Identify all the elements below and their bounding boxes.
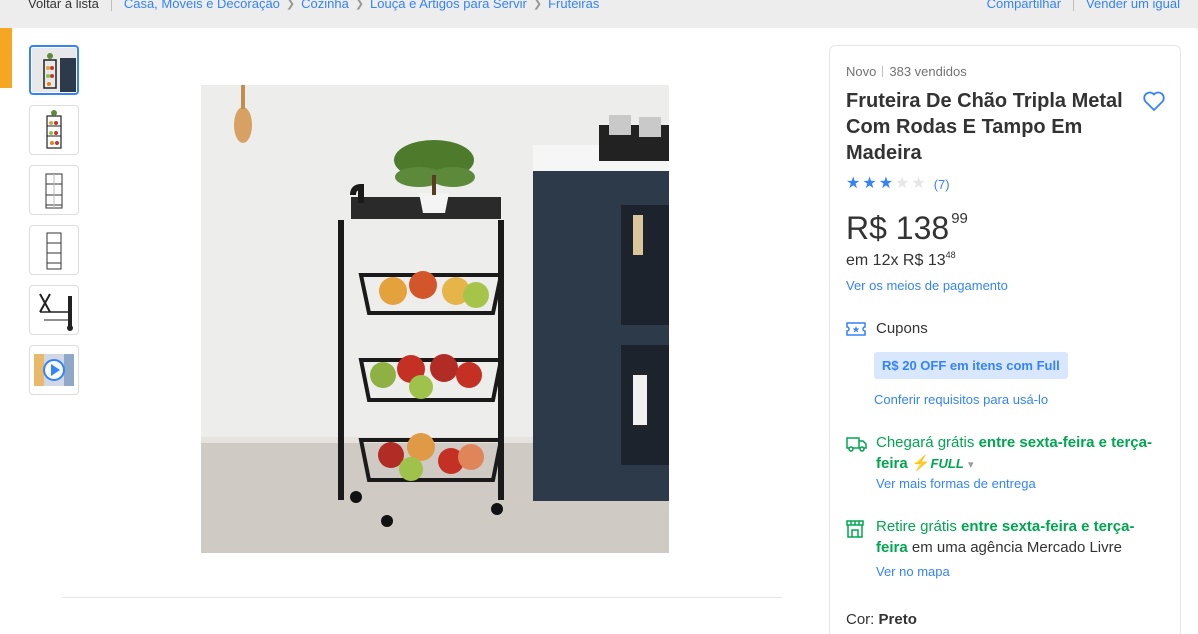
breadcrumb-item-casa[interactable]: Casa, Móveis e Decoração [124,0,280,11]
fruit-stand-photo [201,85,669,553]
chevron-right-icon: ❯ [354,0,365,10]
separator [1073,0,1075,11]
review-count[interactable]: (7) [934,177,950,192]
coupons-label: Cupons [876,320,928,337]
pickup-info: Retire grátis entre sexta-feira e terça-… [876,516,1166,558]
video-thumbnail-image [34,354,74,386]
price-cents: 99 [951,210,968,227]
color-label: Cor: [846,611,875,628]
installments-text: em 12x R$ 13 [846,252,946,269]
product-panel: Novo 383 vendidos Fruteira De Chão Tripla… [12,28,1198,634]
star-filled-icon: ★ [862,175,877,192]
breadcrumb-item-cozinha[interactable]: Cozinha [301,0,349,11]
thumbnail-image [45,173,63,209]
share-link[interactable]: Compartilhar [987,0,1061,11]
pickup-prefix: Retire grátis [876,518,957,535]
currency-symbol: R$ [846,210,887,246]
pickup-suffix: em uma agência Mercado Livre [911,539,1122,556]
thumbnail-image [32,48,76,92]
thumbnail-wireframe-view[interactable] [29,165,79,215]
thumbnail-side-view[interactable] [29,225,79,275]
separator [882,66,884,77]
back-to-list-link[interactable]: Voltar à lista [28,0,99,11]
star-empty-icon: ★ [911,175,926,192]
view-map-link[interactable]: Ver no mapa [876,564,950,579]
chevron-right-icon: ❯ [285,0,296,10]
full-badge: FULL [930,456,964,471]
star-empty-icon: ★ [895,175,910,192]
chevron-right-icon: ❯ [532,0,543,10]
breadcrumb-item-fruteiras[interactable]: Fruteiras [548,0,599,11]
product-title: Fruteira De Chão Tripla Metal Com Rodas … [846,90,1123,164]
star-filled-icon: ★ [878,175,894,192]
thumbnail-image [46,110,62,149]
buy-box: Novo 383 vendidos Fruteira De Chão Tripla… [829,45,1181,634]
star-filled-icon: ★ [846,175,861,192]
color-selector: Cor: Preto [846,611,917,628]
chevron-down-icon[interactable]: ▾ [968,459,974,471]
truck-icon [846,437,867,452]
rating-stars: ★ ★ ★ ★ ★ [846,176,928,192]
coupon-badge[interactable]: R$ 20 OFF em itens com Full [874,352,1068,379]
color-value: Preto [878,611,917,628]
section-divider [62,597,782,598]
sold-count: 383 vendidos [889,64,967,79]
breadcrumb: Voltar à lista Casa, Móveis e Decoração … [28,0,599,11]
thumbnail-image [46,232,62,270]
store-icon [846,520,864,538]
coupon-requirements-link[interactable]: Conferir requisitos para usá-lo [874,392,1048,407]
breadcrumb-bar: Voltar à lista Casa, Móveis e Decoração … [0,0,1198,28]
thumbnail-video[interactable] [29,345,79,395]
breadcrumb-item-louca[interactable]: Louça e Artigos para Servir [370,0,527,11]
rating[interactable]: ★ ★ ★ ★ ★ (7) [846,176,950,192]
heart-icon[interactable] [1142,90,1166,112]
thumbnail-product-photo[interactable] [29,45,79,95]
thumbnail-list [29,45,79,405]
condition-label: Novo [846,64,877,79]
shipping-info: Chegará grátis entre sexta-feira e terça… [876,432,1166,476]
product-subtitle: Novo 383 vendidos [846,64,967,79]
side-strip [0,88,12,634]
price: R$ 138 99 [846,210,968,247]
shipping-prefix: Chegará grátis [876,434,975,451]
main-product-image[interactable] [201,85,669,553]
separator [110,0,112,11]
side-banner-strip [0,28,12,88]
sell-similar-link[interactable]: Vender um igual [1086,0,1180,11]
thumbnail-front-view[interactable] [29,105,79,155]
lightning-icon: ⚡ [911,455,931,472]
installments: em 12x R$ 1348 [846,250,956,270]
thumbnail-image [39,293,73,331]
installments-cents: 48 [945,250,956,260]
payment-methods-link[interactable]: Ver os meios de pagamento [846,278,1008,293]
header-actions: Compartilhar Vender um igual [987,0,1180,11]
thumbnail-detail-view[interactable] [29,285,79,335]
price-integer: 138 [895,210,950,246]
coupon-icon [846,322,866,336]
more-shipping-link[interactable]: Ver mais formas de entrega [876,476,1036,491]
